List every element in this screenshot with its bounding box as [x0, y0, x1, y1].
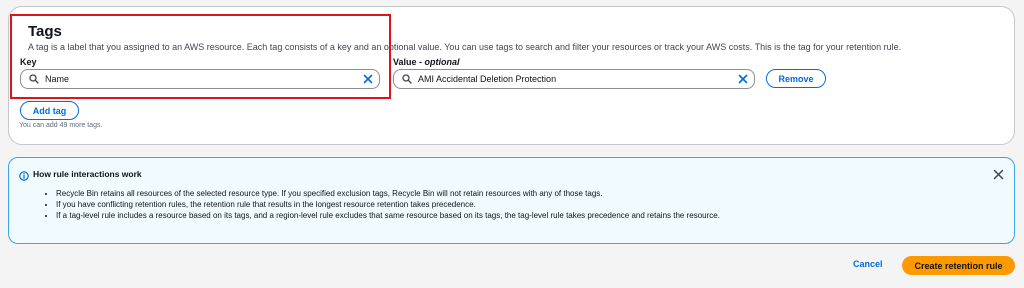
value-input-value[interactable]: AMI Accidental Deletion Protection	[418, 74, 738, 84]
value-optional-label: - optional	[419, 57, 460, 67]
value-label-text: Value	[393, 57, 417, 67]
remove-tag-label: Remove	[778, 73, 814, 84]
value-input[interactable]: AMI Accidental Deletion Protection	[393, 69, 755, 89]
alert-list: Recycle Bin retains all resources of the…	[56, 188, 720, 221]
remove-tag-button[interactable]: Remove	[766, 69, 826, 88]
clear-value-icon[interactable]	[738, 74, 748, 84]
value-label: Value - optional	[393, 57, 460, 67]
cancel-button[interactable]: Cancel	[853, 259, 883, 269]
close-icon[interactable]	[993, 167, 1004, 185]
search-icon	[402, 74, 412, 84]
list-item: If a tag-level rule includes a resource …	[56, 210, 720, 221]
alert-title: How rule interactions work	[33, 169, 142, 179]
list-item: If you have conflicting retention rules,…	[56, 199, 720, 210]
create-retention-rule-label: Create retention rule	[914, 260, 1003, 271]
add-tag-button[interactable]: Add tag	[20, 101, 79, 120]
list-item: Recycle Bin retains all resources of the…	[56, 188, 720, 199]
info-alert: How rule interactions work Recycle Bin r…	[8, 157, 1015, 244]
info-icon	[19, 168, 29, 186]
add-tag-label: Add tag	[32, 105, 67, 116]
highlight-box	[10, 14, 391, 99]
tags-remaining-hint: You can add 49 more tags.	[19, 122, 103, 129]
create-retention-rule-button[interactable]: Create retention rule	[902, 256, 1015, 275]
